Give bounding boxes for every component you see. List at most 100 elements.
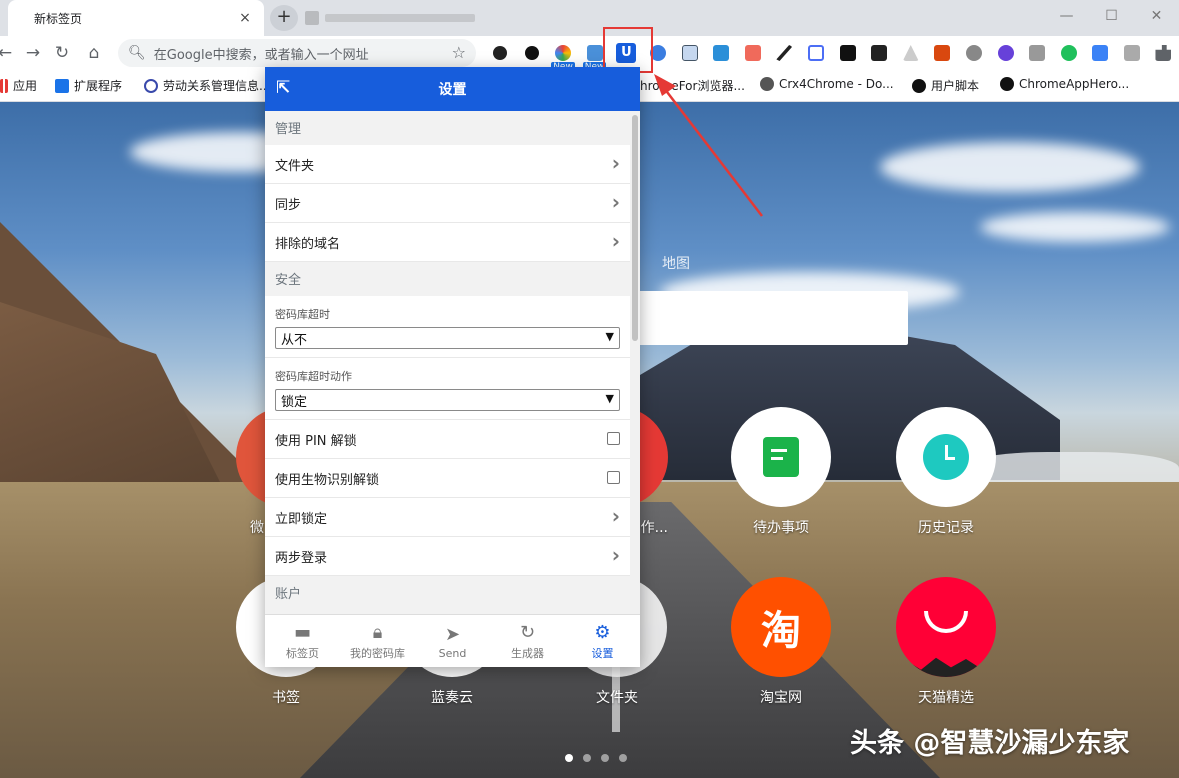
extension-icon-9[interactable] bbox=[741, 41, 765, 65]
tab-title: 新标签页 bbox=[34, 11, 83, 26]
settings-two-step-login[interactable]: 两步登录 › bbox=[265, 537, 630, 576]
vault-timeout-select[interactable]: 从不 ▼ bbox=[275, 327, 620, 349]
page-dot[interactable] bbox=[565, 754, 573, 762]
vault-timeout-action-label: 密码库超时动作 bbox=[275, 370, 352, 383]
page-dot[interactable] bbox=[601, 754, 609, 762]
tab-new-tab[interactable]: 新标签页 × bbox=[8, 0, 264, 36]
tile-todo[interactable]: 待办事项 bbox=[731, 407, 831, 537]
feather-icon[interactable] bbox=[772, 41, 796, 65]
row-label: 使用生物识别解锁 bbox=[275, 472, 380, 488]
globe-icon bbox=[144, 78, 158, 93]
pin-unlock-checkbox[interactable] bbox=[607, 432, 620, 445]
ntp-search-box[interactable] bbox=[636, 291, 908, 345]
popout-icon[interactable]: ⇱ bbox=[276, 78, 296, 98]
tab-settings[interactable]: ⚙ 设置 bbox=[565, 615, 640, 667]
chevron-right-icon: › bbox=[611, 190, 620, 214]
bookmark-chromeapphero[interactable]: ChromeAppHero... bbox=[1000, 77, 1129, 91]
forward-icon[interactable]: → bbox=[20, 40, 46, 66]
extension-icon-16[interactable] bbox=[962, 41, 986, 65]
page-dot[interactable] bbox=[583, 754, 591, 762]
tab-vault[interactable]: 🔒︎ 我的密码库 bbox=[340, 615, 415, 667]
settings-lock-now[interactable]: 立即锁定 › bbox=[265, 498, 630, 537]
new-tab-button[interactable]: + bbox=[270, 5, 298, 31]
popup-scrollbar[interactable] bbox=[630, 111, 640, 614]
bookmark-extensions[interactable]: 扩展程序 bbox=[55, 77, 122, 94]
extension-icon-8[interactable] bbox=[709, 41, 733, 65]
extension-icon-3[interactable]: New bbox=[551, 41, 575, 73]
github-icon bbox=[1000, 77, 1014, 91]
extension-icon-2[interactable] bbox=[520, 41, 544, 65]
settings-excluded-domains[interactable]: 排除的域名 › bbox=[265, 223, 630, 262]
maximize-icon[interactable]: ☐ bbox=[1089, 0, 1134, 36]
extension-icon-6[interactable] bbox=[646, 41, 670, 65]
select-value: 从不 bbox=[281, 332, 308, 348]
extension-icon-21[interactable] bbox=[1120, 41, 1144, 65]
settings-pin-unlock[interactable]: 使用 PIN 解锁 bbox=[265, 420, 630, 459]
bookmark-star-icon[interactable]: ☆ bbox=[452, 43, 466, 62]
bitwarden-popup: ⇱ 设置 管理 文件夹 › 同步 › 排除的域名 › 安全 密码库超时 从不 ▼… bbox=[265, 67, 640, 667]
vault-timeout-action-field: 密码库超时动作 锁定 ▼ bbox=[265, 358, 630, 420]
clock-icon bbox=[896, 407, 996, 507]
home-icon[interactable]: ⌂ bbox=[81, 40, 107, 66]
bookmark-chromefor[interactable]: hromeFor浏览器... bbox=[640, 77, 745, 94]
crx-icon bbox=[760, 77, 774, 91]
bookmark-userscripts[interactable]: 用户脚本 bbox=[912, 77, 979, 94]
row-label: 文件夹 bbox=[275, 158, 315, 174]
omnibox[interactable]: 🔍︎ 在Google中搜索，或者输入一个网址 ☆ bbox=[118, 39, 476, 67]
scrollbar-thumb[interactable] bbox=[632, 115, 638, 341]
extension-icon-11[interactable] bbox=[804, 41, 828, 65]
back-icon[interactable]: ← bbox=[0, 40, 18, 66]
bitwarden-extension-icon[interactable]: U bbox=[614, 41, 638, 65]
settings-folders[interactable]: 文件夹 › bbox=[265, 145, 630, 184]
extension-icon-14[interactable] bbox=[899, 41, 923, 65]
map-link[interactable]: 地图 bbox=[662, 253, 690, 273]
search-icon: 🔍︎ bbox=[128, 45, 146, 61]
background-tab-ghost bbox=[305, 8, 525, 28]
extension-icon-12[interactable] bbox=[836, 41, 860, 65]
extension-icon-7[interactable] bbox=[678, 41, 702, 65]
settings-biometric-unlock[interactable]: 使用生物识别解锁 bbox=[265, 459, 630, 498]
settings-sync[interactable]: 同步 › bbox=[265, 184, 630, 223]
section-header-account: 账户 bbox=[265, 576, 640, 610]
notepad-icon bbox=[731, 407, 831, 507]
bookmark-apps[interactable]: 应用 bbox=[0, 77, 37, 94]
extension-icon-15[interactable] bbox=[930, 41, 954, 65]
biometric-unlock-checkbox[interactable] bbox=[607, 471, 620, 484]
page-indicator bbox=[565, 754, 627, 762]
reload-icon[interactable]: ↻ bbox=[49, 40, 75, 66]
close-window-icon[interactable]: ✕ bbox=[1134, 0, 1179, 36]
tile-tmall[interactable]: 天猫精选 bbox=[896, 577, 996, 707]
chevron-down-icon: ▼ bbox=[605, 392, 614, 405]
extension-icon-20[interactable] bbox=[1088, 41, 1112, 65]
extension-icon-17[interactable] bbox=[994, 41, 1018, 65]
bookmark-label: ChromeAppHero... bbox=[1019, 77, 1130, 91]
extension-icon-19[interactable] bbox=[1057, 41, 1081, 65]
tile-label: 蓝奏云 bbox=[431, 690, 473, 706]
chevron-right-icon: › bbox=[611, 543, 620, 567]
tab-label: 我的密码库 bbox=[350, 647, 405, 660]
folder-icon: ▬ bbox=[293, 622, 311, 643]
taobao-icon: 淘 bbox=[731, 577, 831, 677]
extension-icon-1[interactable] bbox=[488, 41, 512, 65]
extension-icon-13[interactable] bbox=[867, 41, 891, 65]
tab-close-icon[interactable]: × bbox=[236, 9, 254, 27]
extensions-puzzle-icon[interactable] bbox=[1151, 41, 1175, 65]
tile-label: 淘宝网 bbox=[760, 690, 802, 706]
bookmark-crx4chrome[interactable]: Crx4Chrome - Do... bbox=[760, 77, 894, 91]
tab-current[interactable]: ▬ 标签页 bbox=[265, 615, 340, 667]
page-dot[interactable] bbox=[619, 754, 627, 762]
bookmark-label: 劳动关系管理信息... bbox=[163, 79, 271, 93]
tile-label: 书签 bbox=[272, 690, 300, 706]
tile-taobao[interactable]: 淘 淘宝网 bbox=[731, 577, 831, 707]
tab-send[interactable]: ➤ Send bbox=[415, 615, 490, 667]
extension-icon-4[interactable]: New bbox=[582, 41, 607, 73]
minimize-icon[interactable]: — bbox=[1044, 0, 1089, 36]
omnibox-placeholder: 在Google中搜索，或者输入一个网址 bbox=[153, 47, 369, 63]
tab-generator[interactable]: ↻ 生成器 bbox=[490, 615, 565, 667]
vault-timeout-action-select[interactable]: 锁定 ▼ bbox=[275, 389, 620, 411]
bookmark-labor[interactable]: 劳动关系管理信息... bbox=[144, 77, 270, 94]
puzzle-icon bbox=[55, 78, 69, 93]
extension-icon-18[interactable] bbox=[1025, 41, 1049, 65]
chevron-right-icon: › bbox=[611, 151, 620, 175]
tile-history[interactable]: 历史记录 bbox=[896, 407, 996, 537]
